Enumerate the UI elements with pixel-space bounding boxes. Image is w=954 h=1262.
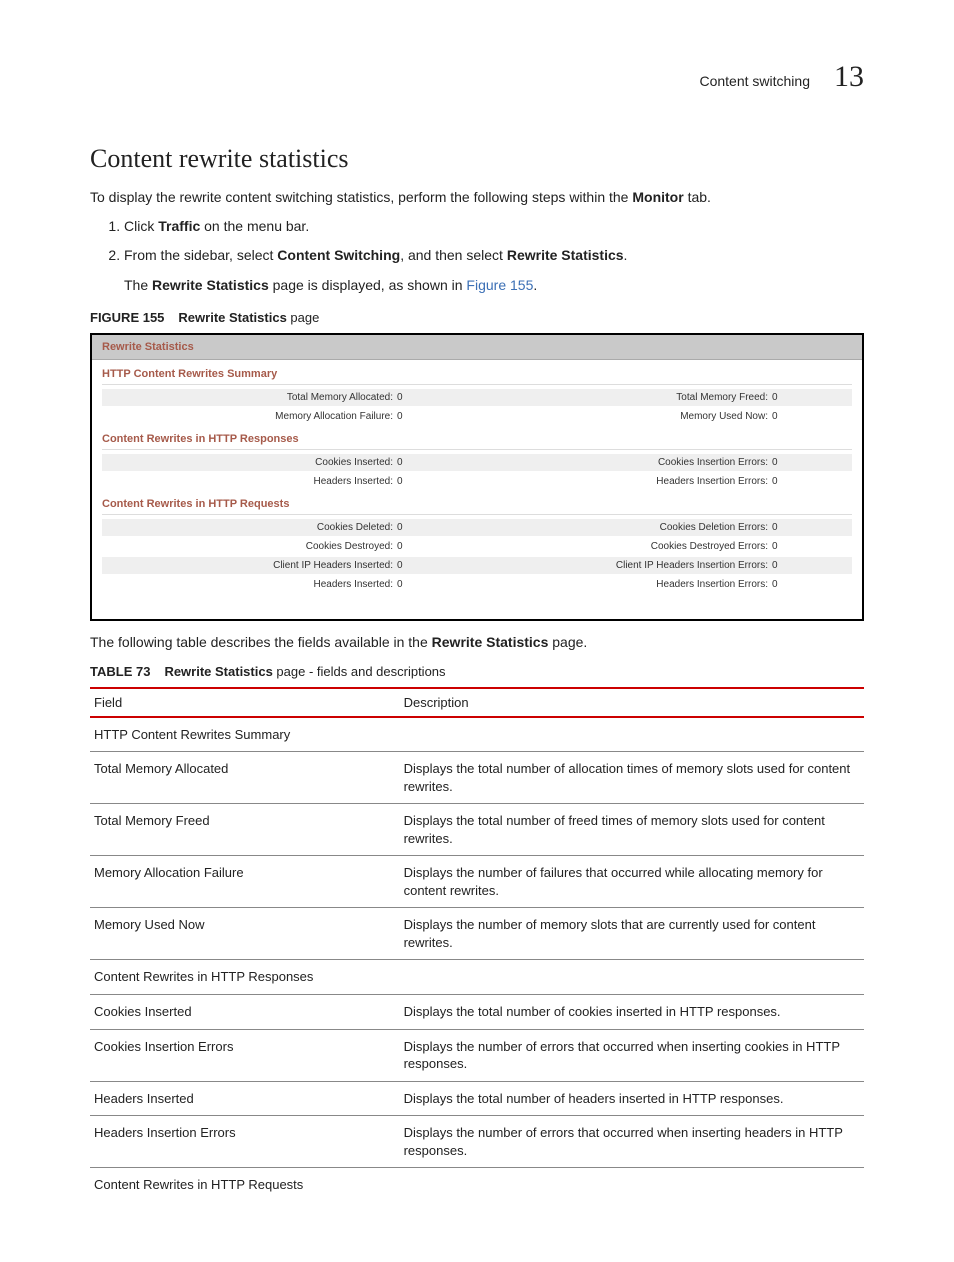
step-2-result: The Rewrite Statistics page is displayed… (124, 276, 864, 296)
group-requests: Content Rewrites in HTTP Requests Cookie… (102, 496, 852, 593)
group-responses: Content Rewrites in HTTP Responses Cooki… (102, 431, 852, 490)
stat-row: Client IP Headers Inserted:0 Client IP H… (102, 557, 852, 574)
step-1: Click Traffic on the menu bar. (124, 217, 864, 237)
steps-list: Click Traffic on the menu bar. From the … (90, 217, 864, 296)
chapter-number: 13 (834, 60, 864, 94)
rewrite-stats-screenshot: Rewrite Statistics HTTP Content Rewrites… (90, 333, 864, 621)
table-row: Memory Allocation FailureDisplays the nu… (90, 856, 864, 908)
stat-row: Headers Inserted:0 Headers Insertion Err… (102, 576, 852, 593)
after-figure-paragraph: The following table describes the fields… (90, 633, 864, 652)
group-legend: Content Rewrites in HTTP Responses (102, 431, 852, 449)
table-row: Headers Insertion ErrorsDisplays the num… (90, 1116, 864, 1168)
page-title: Content rewrite statistics (90, 144, 864, 174)
stat-row: Total Memory Allocated:0 Total Memory Fr… (102, 389, 852, 406)
table-row: Total Memory FreedDisplays the total num… (90, 804, 864, 856)
panel-title: Rewrite Statistics (92, 335, 862, 360)
table-caption: TABLE 73Rewrite Statistics page - fields… (90, 664, 864, 679)
stat-row: Cookies Inserted:0 Cookies Insertion Err… (102, 454, 852, 471)
stat-row: Cookies Destroyed:0 Cookies Destroyed Er… (102, 538, 852, 555)
col-field: Field (90, 688, 400, 717)
table-row: HTTP Content Rewrites Summary (90, 717, 864, 752)
fields-table: Field Description HTTP Content Rewrites … (90, 687, 864, 1202)
breadcrumb: Content switching (699, 73, 810, 89)
col-description: Description (400, 688, 864, 717)
stat-row: Headers Inserted:0 Headers Insertion Err… (102, 473, 852, 490)
table-row: Total Memory AllocatedDisplays the total… (90, 752, 864, 804)
table-row: Content Rewrites in HTTP Requests (90, 1168, 864, 1202)
step-2: From the sidebar, select Content Switchi… (124, 246, 864, 295)
stat-row: Cookies Deleted:0 Cookies Deletion Error… (102, 519, 852, 536)
figure-link[interactable]: Figure 155 (466, 277, 533, 293)
table-row: Headers InsertedDisplays the total numbe… (90, 1081, 864, 1116)
stat-row: Memory Allocation Failure:0 Memory Used … (102, 408, 852, 425)
table-row: Memory Used NowDisplays the number of me… (90, 908, 864, 960)
table-row: Cookies InsertedDisplays the total numbe… (90, 995, 864, 1030)
intro-paragraph: To display the rewrite content switching… (90, 188, 864, 207)
table-row: Content Rewrites in HTTP Responses (90, 960, 864, 995)
group-legend: HTTP Content Rewrites Summary (102, 366, 852, 384)
group-summary: HTTP Content Rewrites Summary Total Memo… (102, 366, 852, 425)
group-legend: Content Rewrites in HTTP Requests (102, 496, 852, 514)
table-row: Cookies Insertion ErrorsDisplays the num… (90, 1029, 864, 1081)
page: Content switching 13 Content rewrite sta… (0, 0, 954, 1262)
page-header: Content switching 13 (90, 60, 864, 94)
figure-caption: FIGURE 155Rewrite Statistics page (90, 310, 864, 325)
